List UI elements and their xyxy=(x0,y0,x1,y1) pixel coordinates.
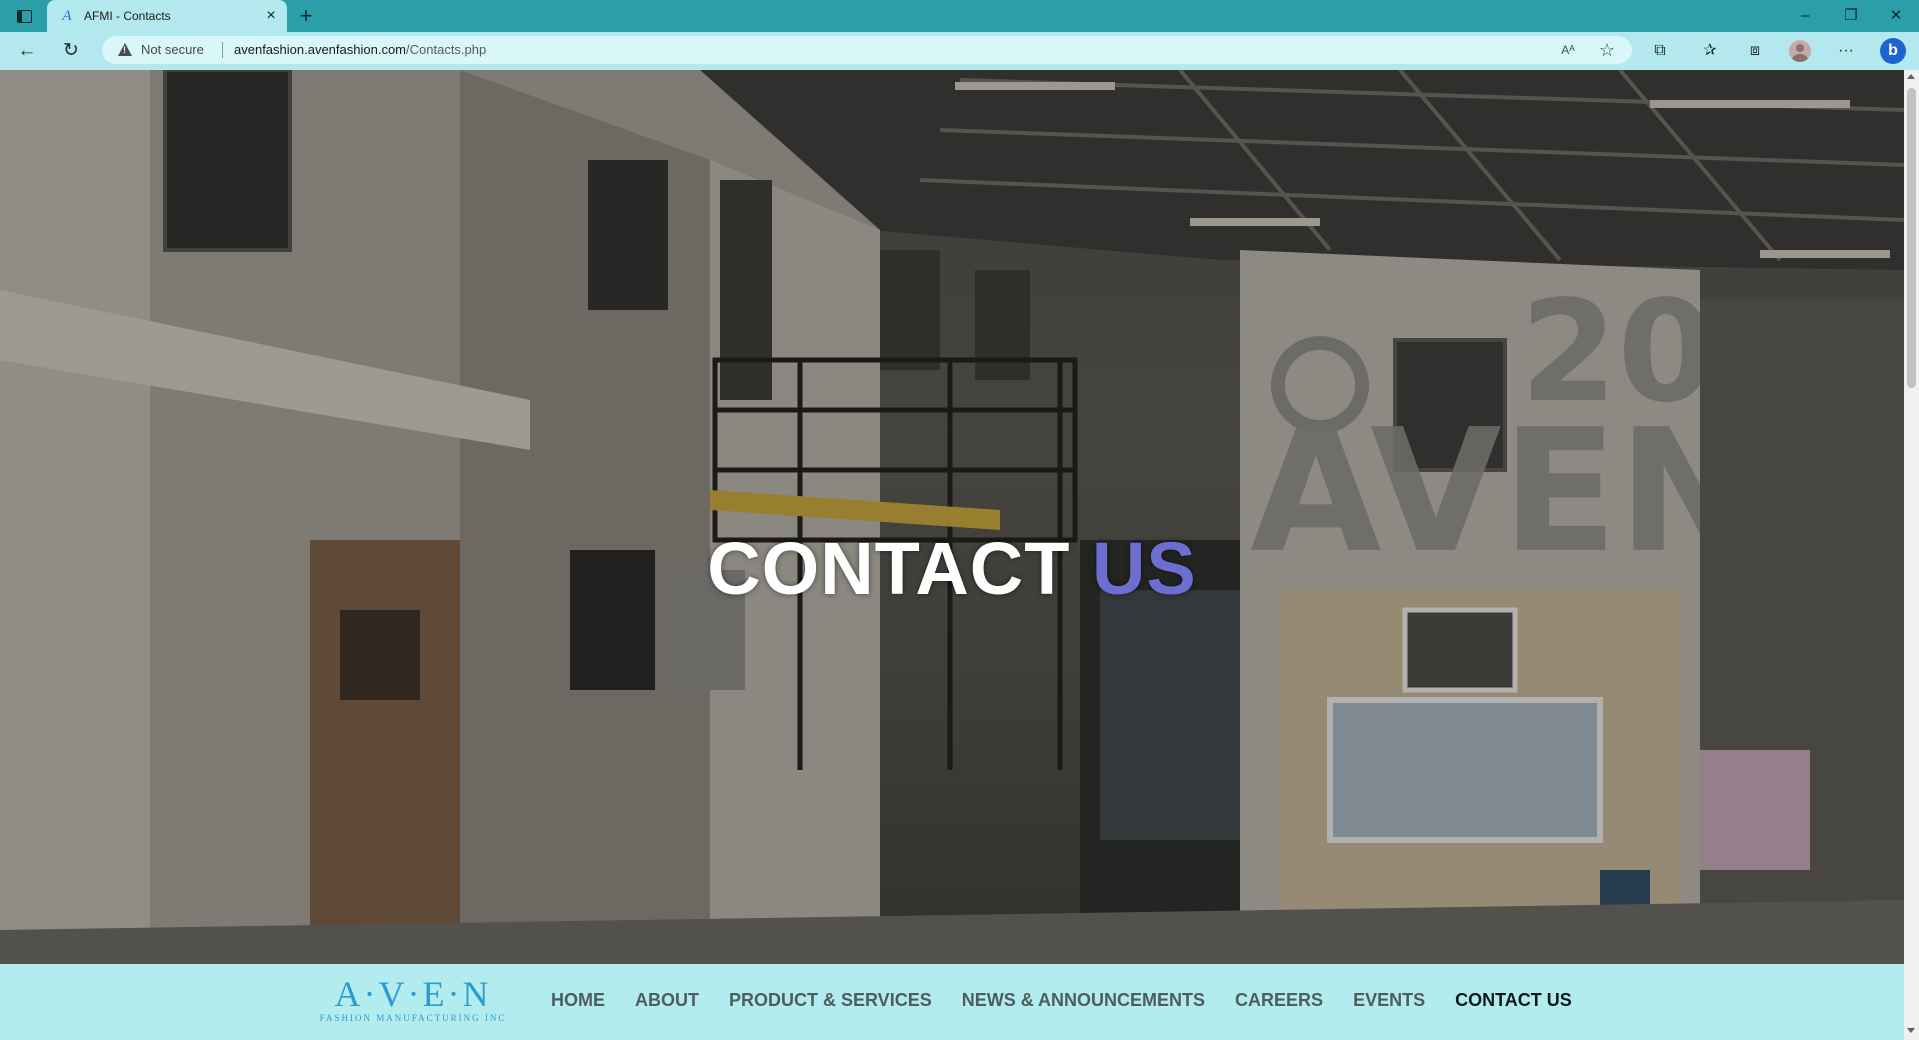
reload-button[interactable]: ↻ xyxy=(56,36,86,66)
back-button[interactable]: ← xyxy=(12,36,42,66)
new-tab-button[interactable]: + xyxy=(294,4,318,28)
nav-product-services[interactable]: PRODUCT & SERVICES xyxy=(729,990,932,1011)
url-host: avenfashion.avenfashion.com xyxy=(234,42,407,57)
logo-wordmark: A·V·E·N xyxy=(334,974,492,1014)
nav-contact-us[interactable]: CONTACT US xyxy=(1455,990,1572,1011)
nav-about[interactable]: ABOUT xyxy=(635,990,699,1011)
scroll-up-arrow-icon[interactable] xyxy=(1907,74,1915,79)
site-navbar: A·V·E·N FASHION MANUFACTURING INC HOME A… xyxy=(0,964,1904,1040)
scroll-down-arrow-icon[interactable] xyxy=(1907,1028,1915,1033)
read-aloud-icon[interactable]: Aᴬ xyxy=(1557,40,1579,60)
hero-banner: AVEN 20 CONTACT US xyxy=(0,70,1904,964)
tab-title: AFMI - Contacts xyxy=(84,9,171,23)
tab-strip: A AFMI - Contacts × + – ❐ ✕ xyxy=(0,0,1919,32)
logo-tagline: FASHION MANUFACTURING INC xyxy=(319,1013,507,1023)
scrollbar-thumb[interactable] xyxy=(1907,88,1916,388)
browser-tab[interactable]: A AFMI - Contacts × xyxy=(47,0,287,32)
page-scrollbar[interactable] xyxy=(1904,70,1919,1040)
nav-careers[interactable]: CAREERS xyxy=(1235,990,1323,1011)
page-viewport: AVEN 20 CONTACT US A·V·E·N FASHION MANUF… xyxy=(0,70,1904,1040)
url-path: /Contacts.php xyxy=(406,42,487,57)
page-title-main: CONTACT xyxy=(707,527,1071,610)
tab-actions-button[interactable] xyxy=(12,6,36,26)
bing-copilot-icon[interactable]: b xyxy=(1880,38,1906,64)
site-favicon-icon: A xyxy=(62,8,72,24)
more-menu-icon[interactable]: ··· xyxy=(1833,38,1859,64)
collections-icon[interactable]: ⧈ xyxy=(1742,38,1768,64)
favorites-bar-icon[interactable]: ✰ xyxy=(1697,38,1723,64)
url-text[interactable]: avenfashion.avenfashion.com/Contacts.php xyxy=(234,42,486,57)
nav-news-announcements[interactable]: NEWS & ANNOUNCEMENTS xyxy=(962,990,1205,1011)
favorite-star-icon[interactable]: ☆ xyxy=(1596,40,1618,60)
address-bar: ← ↻ Not secure avenfashion.avenfashion.c… xyxy=(0,32,1919,70)
nav-home[interactable]: HOME xyxy=(551,990,605,1011)
security-indicator[interactable]: Not secure xyxy=(141,42,204,57)
profile-avatar[interactable] xyxy=(1789,40,1811,62)
extensions-icon[interactable]: ⧉ xyxy=(1647,38,1673,64)
warning-icon xyxy=(118,43,132,56)
tab-close-button[interactable]: × xyxy=(259,4,283,28)
url-field[interactable]: Not secure avenfashion.avenfashion.com/C… xyxy=(102,36,1632,64)
omnibox-divider xyxy=(222,42,223,58)
aven-logo[interactable]: A·V·E·N FASHION MANUFACTURING INC xyxy=(318,976,508,1028)
hero-dark-overlay xyxy=(0,70,1904,964)
tab-actions-icon xyxy=(16,9,32,23)
main-menu: HOME ABOUT PRODUCT & SERVICES NEWS & ANN… xyxy=(551,990,1572,1011)
minimize-button[interactable]: – xyxy=(1782,0,1828,32)
page-title-accent: US xyxy=(1091,527,1197,610)
page-title: CONTACT US xyxy=(0,526,1904,611)
close-window-button[interactable]: ✕ xyxy=(1873,0,1919,32)
restore-button[interactable]: ❐ xyxy=(1828,0,1874,32)
nav-events[interactable]: EVENTS xyxy=(1353,990,1425,1011)
